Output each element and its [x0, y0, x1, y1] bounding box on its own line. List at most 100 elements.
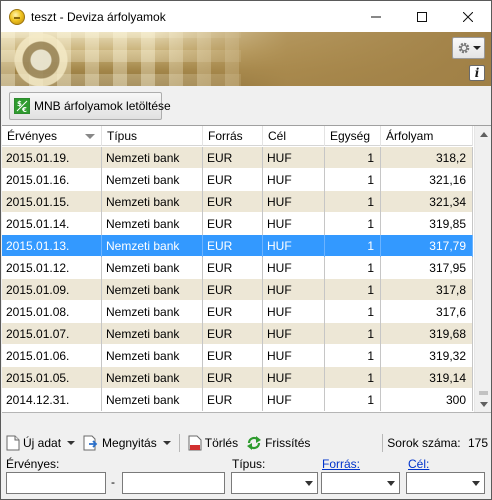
mnb-download-button[interactable]: $ € MNB árfolyamok letöltése [9, 92, 171, 120]
cell-rate: 317,95 [381, 257, 473, 279]
table-row[interactable]: 2015.01.07. Nemzeti bank EUR HUF 1 319,68 [2, 323, 473, 345]
cell-target: HUF [263, 301, 325, 323]
cell-unit: 1 [325, 301, 381, 323]
cell-valid-date: 2015.01.13. [2, 235, 102, 257]
cell-rate: 319,68 [381, 323, 473, 345]
refresh-icon [247, 435, 262, 450]
cell-target: HUF [263, 279, 325, 301]
settings-dropdown-button[interactable] [452, 37, 485, 59]
scrollbar-thumb[interactable] [479, 391, 488, 395]
close-icon [463, 11, 473, 22]
column-header-label: Érvényes [7, 129, 58, 143]
chevron-down-icon[interactable] [67, 440, 76, 445]
table-row[interactable]: 2014.12.31. Nemzeti bank EUR HUF 1 300 [2, 389, 473, 411]
cell-unit: 1 [325, 367, 381, 389]
table-row[interactable]: 2015.01.06. Nemzeti bank EUR HUF 1 319,32 [2, 345, 473, 367]
table-row[interactable]: 2015.01.19. Nemzeti bank EUR HUF 1 318,2 [2, 147, 473, 169]
cell-valid-date: 2015.01.07. [2, 323, 102, 345]
column-header-valid[interactable]: Érvényes [2, 126, 102, 146]
title-bar: teszt - Deviza árfolyamok [1, 1, 491, 32]
table-row-selected[interactable]: 2015.01.13. Nemzeti bank EUR HUF 1 317,79 [2, 235, 473, 257]
cell-valid-date: 2015.01.12. [2, 257, 102, 279]
cell-type: Nemzeti bank [102, 191, 203, 213]
svg-text:€: € [21, 106, 27, 113]
cell-source: EUR [203, 345, 263, 367]
table-row[interactable]: 2015.01.09. Nemzeti bank EUR HUF 1 317,8 [2, 279, 473, 301]
new-record-label: Új adat [23, 435, 62, 450]
scroll-up-icon[interactable] [475, 126, 491, 143]
gear-icon [458, 42, 469, 54]
table-row[interactable]: 2015.01.08. Nemzeti bank EUR HUF 1 317,6 [2, 301, 473, 323]
cell-unit: 1 [325, 323, 381, 345]
info-icon: i [474, 66, 480, 80]
maximize-button[interactable] [399, 1, 445, 32]
cell-rate: 321,34 [381, 191, 473, 213]
cell-valid-date: 2015.01.05. [2, 367, 102, 389]
cell-source: EUR [203, 323, 263, 345]
table-row[interactable]: 2015.01.14. Nemzeti bank EUR HUF 1 319,85 [2, 213, 473, 235]
grid-body: 2015.01.19. Nemzeti bank EUR HUF 1 318,2 2015.… [2, 147, 473, 411]
coin-app-icon [9, 8, 25, 25]
type-filter-select[interactable] [231, 472, 318, 494]
table-row[interactable]: 2015.01.16. Nemzeti bank EUR HUF 1 321,16 [2, 169, 473, 191]
cell-valid-date: 2014.12.31. [2, 389, 102, 411]
cell-valid-date: 2015.01.14. [2, 213, 102, 235]
table-row[interactable]: 2015.01.12. Nemzeti bank EUR HUF 1 317,95 [2, 257, 473, 279]
chevron-down-icon[interactable] [162, 440, 171, 445]
cell-unit: 1 [325, 235, 381, 257]
close-button[interactable] [445, 1, 491, 32]
info-button[interactable]: i [469, 65, 485, 81]
source-filter-link[interactable]: Forrás: [322, 457, 360, 471]
banner-fade [151, 32, 491, 86]
cell-unit: 1 [325, 345, 381, 367]
cell-source: EUR [203, 147, 263, 169]
column-header-unit[interactable]: Egység [325, 126, 381, 146]
toolbar-separator [178, 433, 180, 452]
cell-unit: 1 [325, 147, 381, 169]
open-document-icon [83, 435, 98, 450]
toolbar-separator [382, 433, 384, 452]
cell-target: HUF [263, 323, 325, 345]
cell-type: Nemzeti bank [102, 279, 203, 301]
valid-filter-label: Érvényes: [6, 457, 60, 471]
new-record-button[interactable]: Új adat [2, 432, 79, 454]
cell-type: Nemzeti bank [102, 367, 203, 389]
scroll-down-icon[interactable] [475, 396, 491, 412]
refresh-button[interactable]: Frissítés [242, 432, 314, 454]
minimize-button[interactable] [353, 1, 399, 32]
column-header-target[interactable]: Cél [263, 126, 325, 146]
target-filter-link[interactable]: Cél: [408, 457, 429, 471]
cell-rate: 317,8 [381, 279, 473, 301]
chevron-down-icon [305, 481, 313, 486]
cell-rate: 319,32 [381, 345, 473, 367]
delete-button[interactable]: Törlés [184, 432, 242, 454]
cell-target: HUF [263, 257, 325, 279]
valid-from-input[interactable] [6, 472, 106, 494]
column-header-source[interactable]: Forrás [203, 126, 263, 146]
cell-valid-date: 2015.01.09. [2, 279, 102, 301]
cell-unit: 1 [325, 169, 381, 191]
mnb-download-label: MNB árfolyamok letöltése [34, 99, 171, 113]
rows-count: Sorok száma: 175 [387, 436, 491, 450]
column-header-type[interactable]: Típus [102, 126, 203, 146]
valid-to-input[interactable] [122, 472, 225, 494]
open-label: Megnyitás [102, 435, 157, 450]
table-row[interactable]: 2015.01.05. Nemzeti bank EUR HUF 1 319,14 [2, 367, 473, 389]
chevron-down-icon [387, 481, 395, 486]
cell-unit: 1 [325, 213, 381, 235]
table-row[interactable]: 2015.01.15. Nemzeti bank EUR HUF 1 321,34 [2, 191, 473, 213]
exchange-rate-grid[interactable]: Érvényes Típus Forrás Cél Egység Árfolya… [2, 125, 491, 412]
cell-source: EUR [203, 389, 263, 411]
cell-source: EUR [203, 235, 263, 257]
sort-descending-icon [85, 134, 95, 139]
column-header-rate[interactable]: Árfolyam [381, 126, 473, 146]
vertical-scrollbar[interactable] [474, 126, 491, 412]
cell-type: Nemzeti bank [102, 345, 203, 367]
minimize-icon [371, 16, 381, 17]
column-header-label: Egység [330, 129, 371, 143]
source-filter-select[interactable] [321, 472, 400, 494]
open-button[interactable]: Megnyitás [79, 432, 175, 454]
target-filter-select[interactable] [406, 472, 485, 494]
cell-rate: 317,6 [381, 301, 473, 323]
chevron-down-icon [472, 481, 480, 486]
